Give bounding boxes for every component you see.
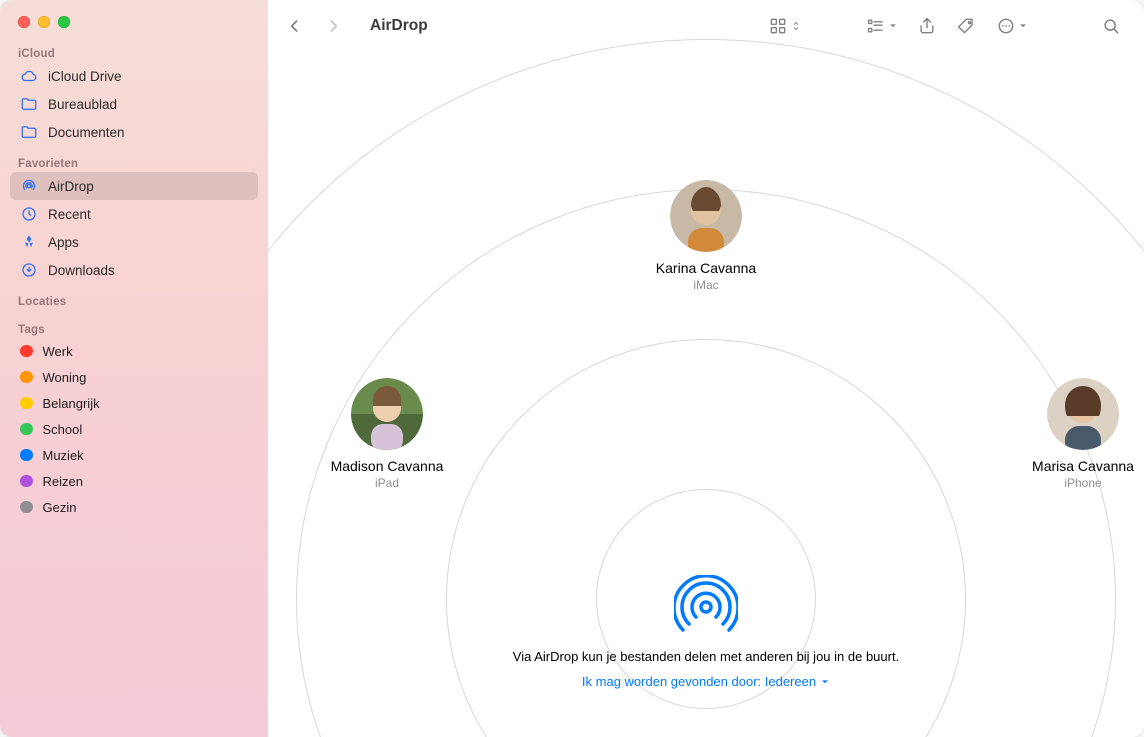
sidebar-tag-woning[interactable]: Woning	[10, 364, 258, 390]
person-name: Marisa Cavanna	[1032, 458, 1134, 474]
person-device: iMac	[693, 278, 718, 292]
zoom-window-button[interactable]	[58, 16, 70, 28]
sidebar-tag-school[interactable]: School	[10, 416, 258, 442]
sidebar-item-documents[interactable]: Documenten	[10, 118, 258, 146]
sidebar-tag-reizen[interactable]: Reizen	[10, 468, 258, 494]
sidebar-item-label: iCloud Drive	[48, 69, 122, 84]
chevron-down-icon	[820, 677, 830, 687]
airdrop-icon	[20, 177, 38, 195]
sidebar-item-label: Documenten	[48, 125, 125, 140]
toolbar-nav	[278, 11, 350, 41]
folder-icon	[20, 123, 38, 141]
sidebar: iCloud iCloud Drive Bureaublad Documente…	[0, 0, 268, 737]
avatar	[351, 378, 423, 450]
tag-color-dot	[20, 501, 33, 514]
window-controls	[0, 10, 268, 42]
airdrop-center-icon	[674, 575, 738, 639]
sidebar-item-label: AirDrop	[48, 179, 94, 194]
cloud-icon	[20, 67, 38, 85]
sidebar-section-tags: Werk Woning Belangrijk School Muziek Rei…	[0, 338, 268, 526]
sidebar-item-label: Apps	[48, 235, 79, 250]
search-button[interactable]	[1094, 11, 1128, 41]
sidebar-item-label: Downloads	[48, 263, 115, 278]
sidebar-section-tags-label: Tags	[0, 318, 268, 338]
minimize-window-button[interactable]	[38, 16, 50, 28]
sidebar-tag-gezin[interactable]: Gezin	[10, 494, 258, 520]
person-name: Karina Cavanna	[656, 260, 756, 276]
airdrop-info: Via AirDrop kun je bestanden delen met a…	[386, 649, 1026, 691]
airdrop-description: Via AirDrop kun je bestanden delen met a…	[386, 649, 1026, 664]
airdrop-radar-area: Karina Cavanna iMac M	[268, 52, 1144, 737]
tag-color-dot	[20, 475, 33, 488]
sidebar-tag-muziek[interactable]: Muziek	[10, 442, 258, 468]
sidebar-tag-belangrijk[interactable]: Belangrijk	[10, 390, 258, 416]
sidebar-item-icloud-drive[interactable]: iCloud Drive	[10, 62, 258, 90]
person-device: iPhone	[1064, 476, 1101, 490]
back-button[interactable]	[278, 11, 312, 41]
tag-color-dot	[20, 371, 33, 384]
chevron-down-icon	[888, 21, 898, 31]
edit-tags-button[interactable]	[950, 11, 984, 41]
airdrop-person-marisa[interactable]: Marisa Cavanna iPhone	[998, 378, 1144, 490]
sidebar-item-label: Bureaublad	[48, 97, 117, 112]
airdrop-icon	[674, 575, 738, 639]
person-name: Madison Cavanna	[331, 458, 444, 474]
sidebar-item-label: Gezin	[43, 500, 77, 515]
download-icon	[20, 261, 38, 279]
tag-color-dot	[20, 345, 33, 358]
forward-button[interactable]	[316, 11, 350, 41]
sidebar-item-label: School	[43, 422, 83, 437]
chevron-down-icon	[1018, 21, 1028, 31]
group-by-button[interactable]	[860, 11, 904, 41]
apps-icon	[20, 233, 38, 251]
avatar	[1047, 378, 1119, 450]
sidebar-item-desktop[interactable]: Bureaublad	[10, 90, 258, 118]
share-button[interactable]	[910, 11, 944, 41]
sidebar-section-icloud-label: iCloud	[0, 42, 268, 62]
actions-button[interactable]	[990, 11, 1034, 41]
tag-color-dot	[20, 449, 33, 462]
avatar	[670, 180, 742, 252]
sidebar-item-label: Recent	[48, 207, 91, 222]
sidebar-item-airdrop[interactable]: AirDrop	[10, 172, 258, 200]
sidebar-item-label: Werk	[43, 344, 73, 359]
chevron-up-down-icon	[790, 17, 802, 35]
close-window-button[interactable]	[18, 16, 30, 28]
sidebar-item-label: Belangrijk	[43, 396, 100, 411]
sidebar-section-favorites: AirDrop Recent Apps Downloads	[0, 172, 268, 290]
finder-window: iCloud iCloud Drive Bureaublad Documente…	[0, 0, 1144, 737]
page-title: AirDrop	[356, 17, 438, 35]
sidebar-item-downloads[interactable]: Downloads	[10, 256, 258, 284]
person-device: iPad	[375, 476, 399, 490]
airdrop-discoverability-label: Ik mag worden gevonden door: Iedereen	[582, 674, 816, 689]
sidebar-section-icloud: iCloud Drive Bureaublad Documenten	[0, 62, 268, 152]
tag-color-dot	[20, 423, 33, 436]
tag-color-dot	[20, 397, 33, 410]
sidebar-item-label: Reizen	[43, 474, 83, 489]
sidebar-section-favorites-label: Favorieten	[0, 152, 268, 172]
view-mode-button[interactable]	[762, 11, 808, 41]
main-pane: AirDrop	[268, 0, 1144, 737]
folder-icon	[20, 95, 38, 113]
sidebar-tag-werk[interactable]: Werk	[10, 338, 258, 364]
sidebar-item-label: Woning	[43, 370, 87, 385]
sidebar-section-locations-label: Locaties	[0, 290, 268, 310]
airdrop-person-karina[interactable]: Karina Cavanna iMac	[621, 180, 791, 292]
sidebar-item-recent[interactable]: Recent	[10, 200, 258, 228]
clock-icon	[20, 205, 38, 223]
airdrop-discoverability-button[interactable]: Ik mag worden gevonden door: Iedereen	[582, 674, 830, 689]
airdrop-person-madison[interactable]: Madison Cavanna iPad	[302, 378, 472, 490]
sidebar-item-apps[interactable]: Apps	[10, 228, 258, 256]
sidebar-item-label: Muziek	[43, 448, 84, 463]
